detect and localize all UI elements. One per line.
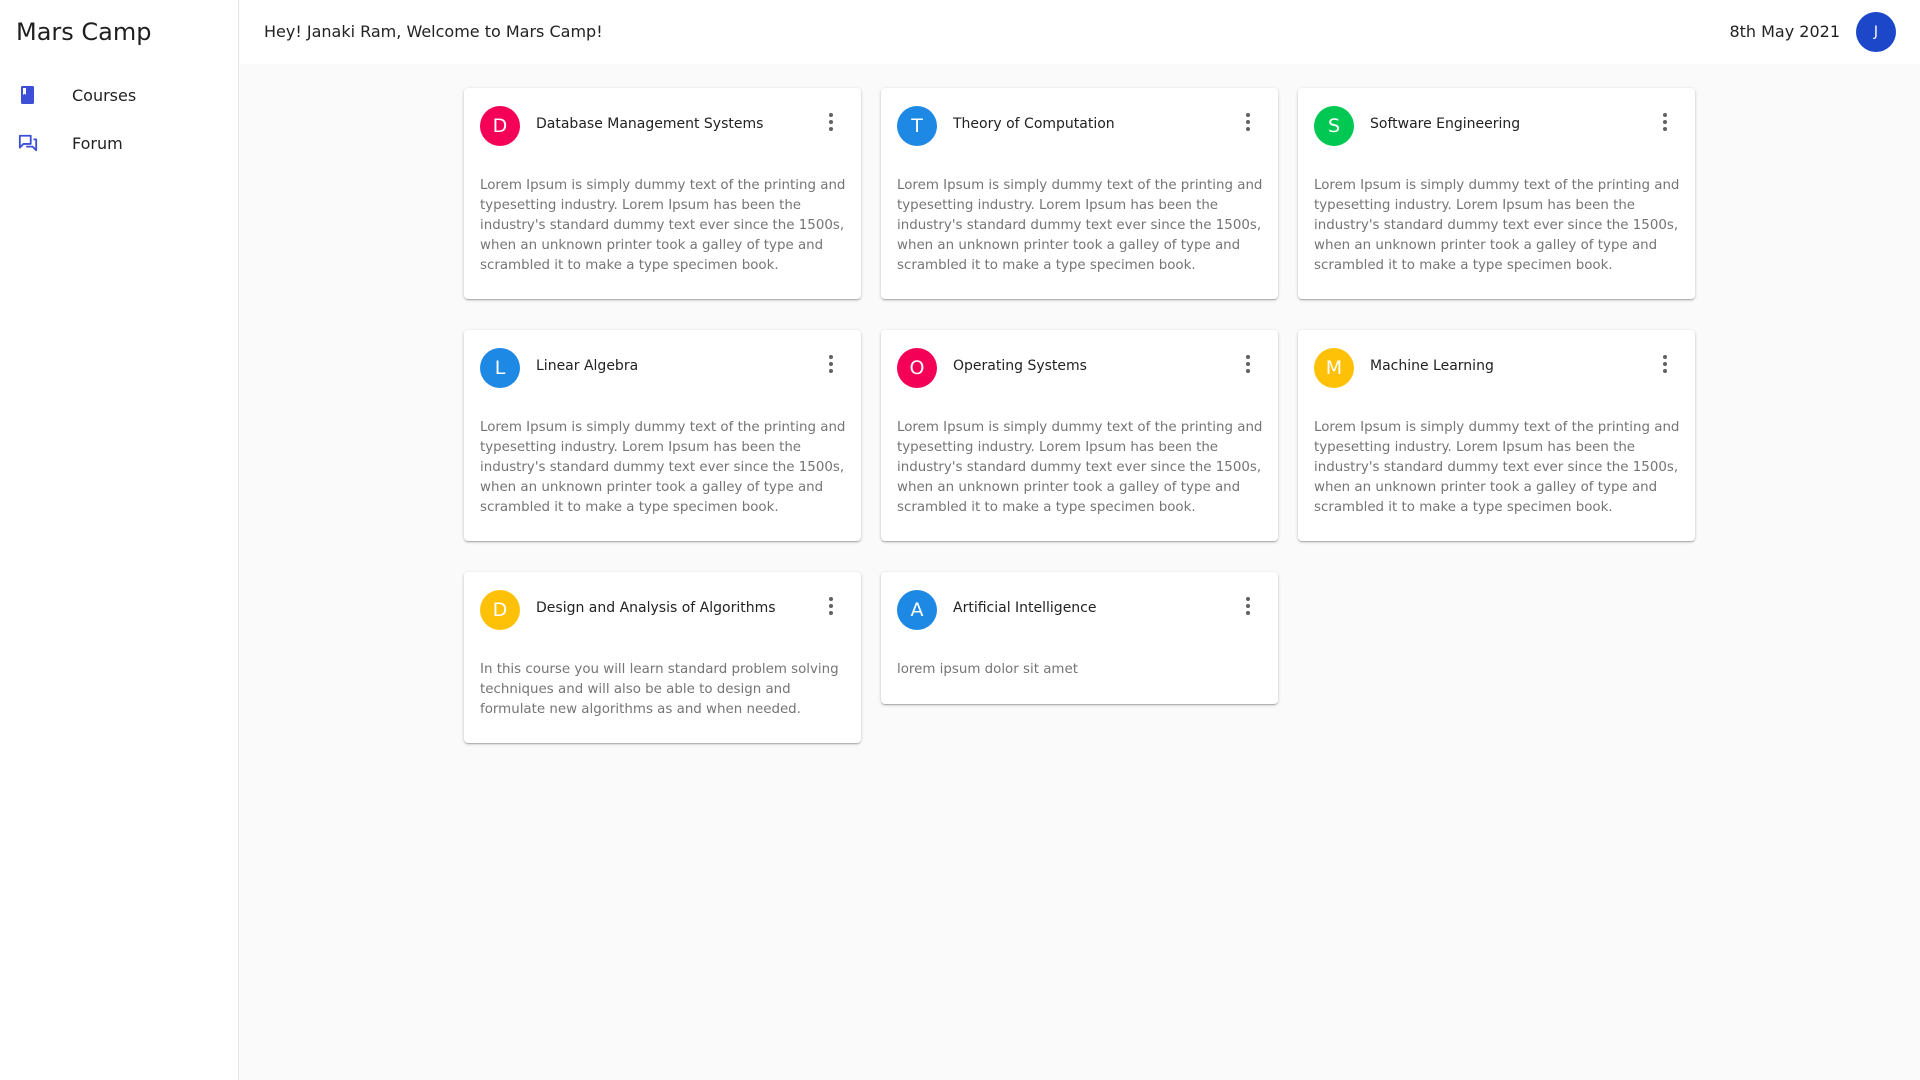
course-avatar: M — [1314, 348, 1354, 388]
course-title: Database Management Systems — [536, 116, 764, 132]
sidebar-item-courses[interactable]: Courses — [0, 73, 239, 117]
top-bar: Hey! Janaki Ram, Welcome to Mars Camp! 8… — [240, 0, 1920, 64]
course-title: Software Engineering — [1370, 116, 1521, 132]
more-vert-icon[interactable] — [1242, 352, 1254, 376]
user-avatar[interactable]: J — [1856, 12, 1896, 52]
sidebar-item-forum[interactable]: Forum — [0, 121, 239, 165]
course-description: lorem ipsum dolor sit amet — [897, 662, 1078, 677]
course-avatar: O — [897, 348, 937, 388]
course-description: Lorem Ipsum is simply dummy text of the … — [1314, 420, 1680, 515]
book-icon — [18, 85, 38, 105]
course-avatar: D — [480, 106, 520, 146]
course-card[interactable]: L Linear Algebra Lorem Ipsum is simply d… — [464, 330, 861, 541]
more-vert-icon[interactable] — [1659, 110, 1671, 134]
course-avatar: T — [897, 106, 937, 146]
more-vert-icon[interactable] — [1242, 110, 1254, 134]
course-description: Lorem Ipsum is simply dummy text of the … — [897, 420, 1263, 515]
sidebar-item-label: Courses — [72, 85, 137, 105]
course-card[interactable]: M Machine Learning Lorem Ipsum is simply… — [1298, 330, 1695, 541]
forum-icon — [18, 133, 38, 153]
more-vert-icon[interactable] — [825, 110, 837, 134]
current-date: 8th May 2021 — [1729, 22, 1840, 41]
course-avatar: D — [480, 590, 520, 630]
course-card[interactable]: A Artificial Intelligence lorem ipsum do… — [881, 572, 1278, 704]
sidebar: Mars Camp Courses Forum — [0, 0, 239, 1080]
course-card[interactable]: O Operating Systems Lorem Ipsum is simpl… — [881, 330, 1278, 541]
more-vert-icon[interactable] — [825, 352, 837, 376]
course-title: Machine Learning — [1370, 358, 1494, 374]
course-title: Linear Algebra — [536, 358, 639, 374]
course-title: Operating Systems — [953, 358, 1087, 374]
course-description: In this course you will learn standard p… — [480, 662, 839, 717]
course-description: Lorem Ipsum is simply dummy text of the … — [897, 178, 1263, 273]
course-avatar: A — [897, 590, 937, 630]
course-description: Lorem Ipsum is simply dummy text of the … — [480, 178, 846, 273]
more-vert-icon[interactable] — [825, 594, 837, 618]
course-avatar: L — [480, 348, 520, 388]
app-title: Mars Camp — [16, 18, 152, 46]
course-description: Lorem Ipsum is simply dummy text of the … — [1314, 178, 1680, 273]
course-title: Artificial Intelligence — [953, 600, 1097, 616]
course-title: Theory of Computation — [953, 116, 1115, 132]
course-card[interactable]: T Theory of Computation Lorem Ipsum is s… — [881, 88, 1278, 299]
course-avatar: S — [1314, 106, 1354, 146]
course-title: Design and Analysis of Algorithms — [536, 600, 776, 616]
course-description: Lorem Ipsum is simply dummy text of the … — [480, 420, 846, 515]
more-vert-icon[interactable] — [1242, 594, 1254, 618]
course-card[interactable]: S Software Engineering Lorem Ipsum is si… — [1298, 88, 1695, 299]
more-vert-icon[interactable] — [1659, 352, 1671, 376]
sidebar-item-label: Forum — [72, 133, 123, 153]
course-card[interactable]: D Database Management Systems Lorem Ipsu… — [464, 88, 861, 299]
welcome-message: Hey! Janaki Ram, Welcome to Mars Camp! — [264, 22, 603, 41]
course-card[interactable]: D Design and Analysis of Algorithms In t… — [464, 572, 861, 743]
